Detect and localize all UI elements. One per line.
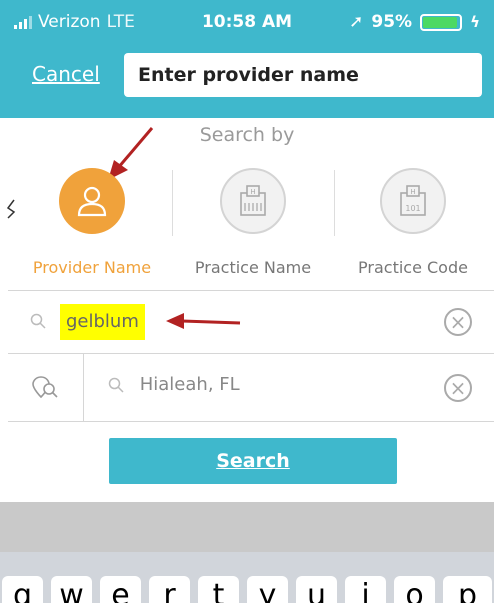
search-by-label: Search by	[199, 124, 295, 146]
location-value: Hialeah, FL	[139, 374, 240, 395]
provider-search-row[interactable]: gelblum ×	[8, 290, 494, 354]
option-practice-name[interactable]: H Practice Name	[173, 168, 333, 277]
location-search-icon	[31, 375, 58, 398]
key-e[interactable]: e	[100, 576, 141, 603]
current-location-button[interactable]	[8, 354, 84, 421]
key-p[interactable]: p	[443, 576, 492, 603]
practice-code-option-circle: H 101	[380, 168, 446, 234]
clear-provider-button[interactable]: ×	[444, 308, 472, 336]
cancel-button[interactable]: Cancel	[32, 62, 100, 86]
provider-input-placeholder: Enter provider name	[138, 64, 359, 86]
keyboard: q w e r t y u i o p	[0, 552, 494, 603]
building-code-icon: H 101	[400, 185, 426, 216]
key-w[interactable]: w	[51, 576, 92, 603]
option-label: Practice Code	[358, 258, 468, 277]
provider-option-circle	[59, 168, 125, 234]
option-label: Provider Name	[32, 258, 152, 277]
clear-location-button[interactable]: ×	[444, 374, 472, 402]
annotation-arrow-icon	[166, 313, 241, 329]
building-icon: H	[240, 185, 266, 216]
svg-text:H: H	[410, 188, 415, 196]
key-t[interactable]: t	[198, 576, 239, 603]
option-practice-code[interactable]: H 101 Practice Code	[333, 168, 493, 277]
search-icon	[108, 377, 124, 393]
status-bar: Verizon LTE 10:58 AM ➚ 95% ϟ	[0, 0, 494, 42]
keyboard-suggestion-bar	[0, 502, 494, 552]
key-y[interactable]: y	[247, 576, 288, 603]
key-u[interactable]: u	[296, 576, 337, 603]
person-icon	[77, 186, 107, 217]
search-icon	[30, 313, 46, 329]
key-o[interactable]: o	[394, 576, 435, 603]
provider-search-term: gelblum	[60, 304, 145, 340]
svg-text:101: 101	[405, 204, 420, 213]
status-right: ➚ 95% ϟ	[349, 12, 480, 32]
option-provider-name[interactable]: Provider Name	[12, 168, 172, 277]
location-input[interactable]: Hialeah, FL	[108, 374, 240, 395]
option-label: Practice Name	[194, 258, 312, 277]
practice-option-circle: H	[220, 168, 286, 234]
charging-icon: ϟ	[470, 13, 480, 31]
provider-name-input[interactable]: Enter provider name	[124, 53, 482, 97]
location-arrow-icon: ➚	[349, 12, 364, 32]
location-search-row[interactable]: Hialeah, FL ×	[8, 354, 494, 422]
search-button[interactable]: Search	[109, 438, 397, 484]
svg-text:H: H	[250, 188, 255, 196]
key-i[interactable]: i	[345, 576, 386, 603]
key-r[interactable]: r	[149, 576, 190, 603]
key-q[interactable]: q	[2, 576, 43, 603]
top-header: Verizon LTE 10:58 AM ➚ 95% ϟ Cancel Ente…	[0, 0, 494, 118]
battery-percent: 95%	[371, 12, 413, 32]
battery-icon	[420, 13, 463, 31]
